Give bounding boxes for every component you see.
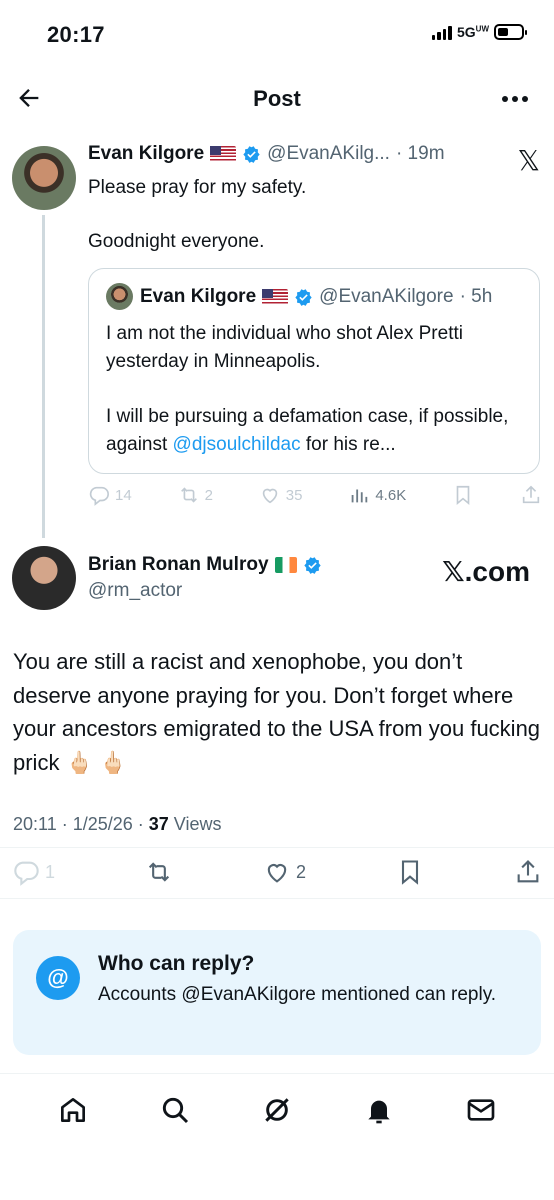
author-name[interactable]: Evan Kilgore: [88, 143, 204, 165]
like-count: 2: [295, 861, 306, 882]
status-time: 20:17: [47, 22, 105, 47]
x-logo-icon: 𝕏: [517, 145, 540, 176]
verified-icon: [295, 288, 312, 306]
quote-author-handle: @EvanAKilgore: [319, 286, 454, 307]
repost-icon: [148, 862, 170, 882]
us-flag-icon: [210, 146, 237, 162]
home-icon[interactable]: [57, 1094, 89, 1126]
repost-count: 2: [204, 486, 213, 504]
repost-button[interactable]: [145, 858, 173, 886]
thread-connector: [42, 215, 45, 538]
quote-time: · 5h: [459, 286, 493, 307]
bookmark-button[interactable]: [396, 858, 424, 886]
like-icon: [262, 488, 278, 504]
quote-text-part: for his re...: [300, 433, 396, 455]
grok-icon[interactable]: [261, 1094, 293, 1126]
views-label: Views: [168, 814, 222, 834]
thread-tweet-text: Please pray for my safety. Goodnight eve…: [88, 174, 528, 255]
at-icon: @: [36, 956, 80, 1000]
quote-paragraph: I will be pursuing a defamation case, if…: [106, 403, 526, 458]
bookmark-icon: [456, 485, 470, 506]
xcom-watermark: 𝕏.com: [442, 556, 530, 587]
like-count: 35: [285, 486, 303, 504]
battery-icon: [494, 24, 527, 40]
reply-icon: [89, 486, 109, 506]
thread-tweet-header: Evan Kilgore @EvanAKilg... · 19m: [88, 143, 445, 165]
views-icon: [352, 489, 368, 503]
page-title: Post: [253, 86, 301, 111]
quote-author-name: Evan Kilgore: [140, 286, 257, 307]
bookmark-button[interactable]: [452, 484, 474, 506]
share-button[interactable]: [520, 484, 542, 506]
tweet-time: · 19m: [395, 143, 445, 164]
status-indicators: 5GUW: [431, 24, 527, 40]
reply-icon: [14, 861, 39, 886]
divider: [0, 898, 554, 899]
author-name[interactable]: Brian Ronan Mulroy: [88, 554, 269, 576]
notifications-icon[interactable]: [363, 1094, 395, 1126]
quote-text: I am not the individual who shot Alex Pr…: [106, 320, 526, 458]
share-icon: [517, 860, 539, 883]
views-button[interactable]: 4.6K: [348, 484, 406, 506]
reply-restriction-title: Who can reply?: [98, 952, 255, 975]
quote-header: Evan Kilgore @EvanAKilgore · 5h: [140, 286, 492, 308]
author-handle[interactable]: @EvanAKilg...: [267, 143, 390, 165]
ireland-flag-icon: [274, 557, 297, 573]
avatar-evan[interactable]: [12, 146, 76, 210]
us-flag-icon: [262, 289, 289, 305]
main-tweet-header: Brian Ronan Mulroy: [88, 554, 322, 576]
quote-paragraph: I am not the individual who shot Alex Pr…: [106, 323, 463, 372]
tweet-meta: 20:11 · 1/25/26 · 37 Views: [13, 814, 222, 835]
verified-icon: [303, 556, 321, 574]
like-button[interactable]: 35: [259, 484, 303, 506]
mention-link[interactable]: @djsoulchildac: [173, 434, 301, 455]
more-icon[interactable]: [502, 96, 528, 102]
repost-icon: [180, 487, 197, 503]
reply-count: 1: [45, 861, 56, 882]
like-icon: [267, 864, 287, 883]
views-count[interactable]: 37: [149, 814, 169, 834]
signal-icon: [431, 24, 452, 40]
reply-button[interactable]: 1: [12, 858, 55, 886]
divider: [0, 1073, 554, 1074]
author-handle[interactable]: @rm_actor: [88, 580, 182, 602]
repost-button[interactable]: 2: [178, 484, 213, 506]
bookmark-icon: [401, 860, 419, 885]
avatar-brian[interactable]: [12, 546, 76, 610]
quote-avatar: [106, 283, 133, 310]
tweet-line: Goodnight everyone.: [88, 231, 265, 252]
main-tweet-text: You are still a racist and xenophobe, yo…: [13, 649, 541, 775]
share-button[interactable]: [514, 858, 542, 886]
bottom-navigation: [0, 1094, 554, 1126]
share-icon: [522, 485, 540, 504]
reply-restriction-body: Accounts @EvanAKilgore mentioned can rep…: [98, 984, 497, 1005]
view-count: 4.6K: [375, 486, 407, 504]
reply-count: 14: [115, 486, 132, 504]
reply-button[interactable]: 14: [88, 484, 132, 506]
tweet-line: Please pray for my safety.: [88, 177, 307, 198]
messages-icon[interactable]: [465, 1094, 497, 1126]
search-icon[interactable]: [159, 1094, 191, 1126]
verified-icon: [243, 145, 260, 163]
tweet-timestamp: 20:11 · 1/25/26 ·: [13, 814, 149, 834]
like-button[interactable]: 2: [263, 858, 306, 886]
main-action-bar: 1 2: [12, 858, 542, 886]
divider: [0, 847, 554, 848]
network-label: 5GUW: [456, 24, 489, 40]
thread-action-bar: 14 2 35 4.6K: [88, 484, 542, 506]
